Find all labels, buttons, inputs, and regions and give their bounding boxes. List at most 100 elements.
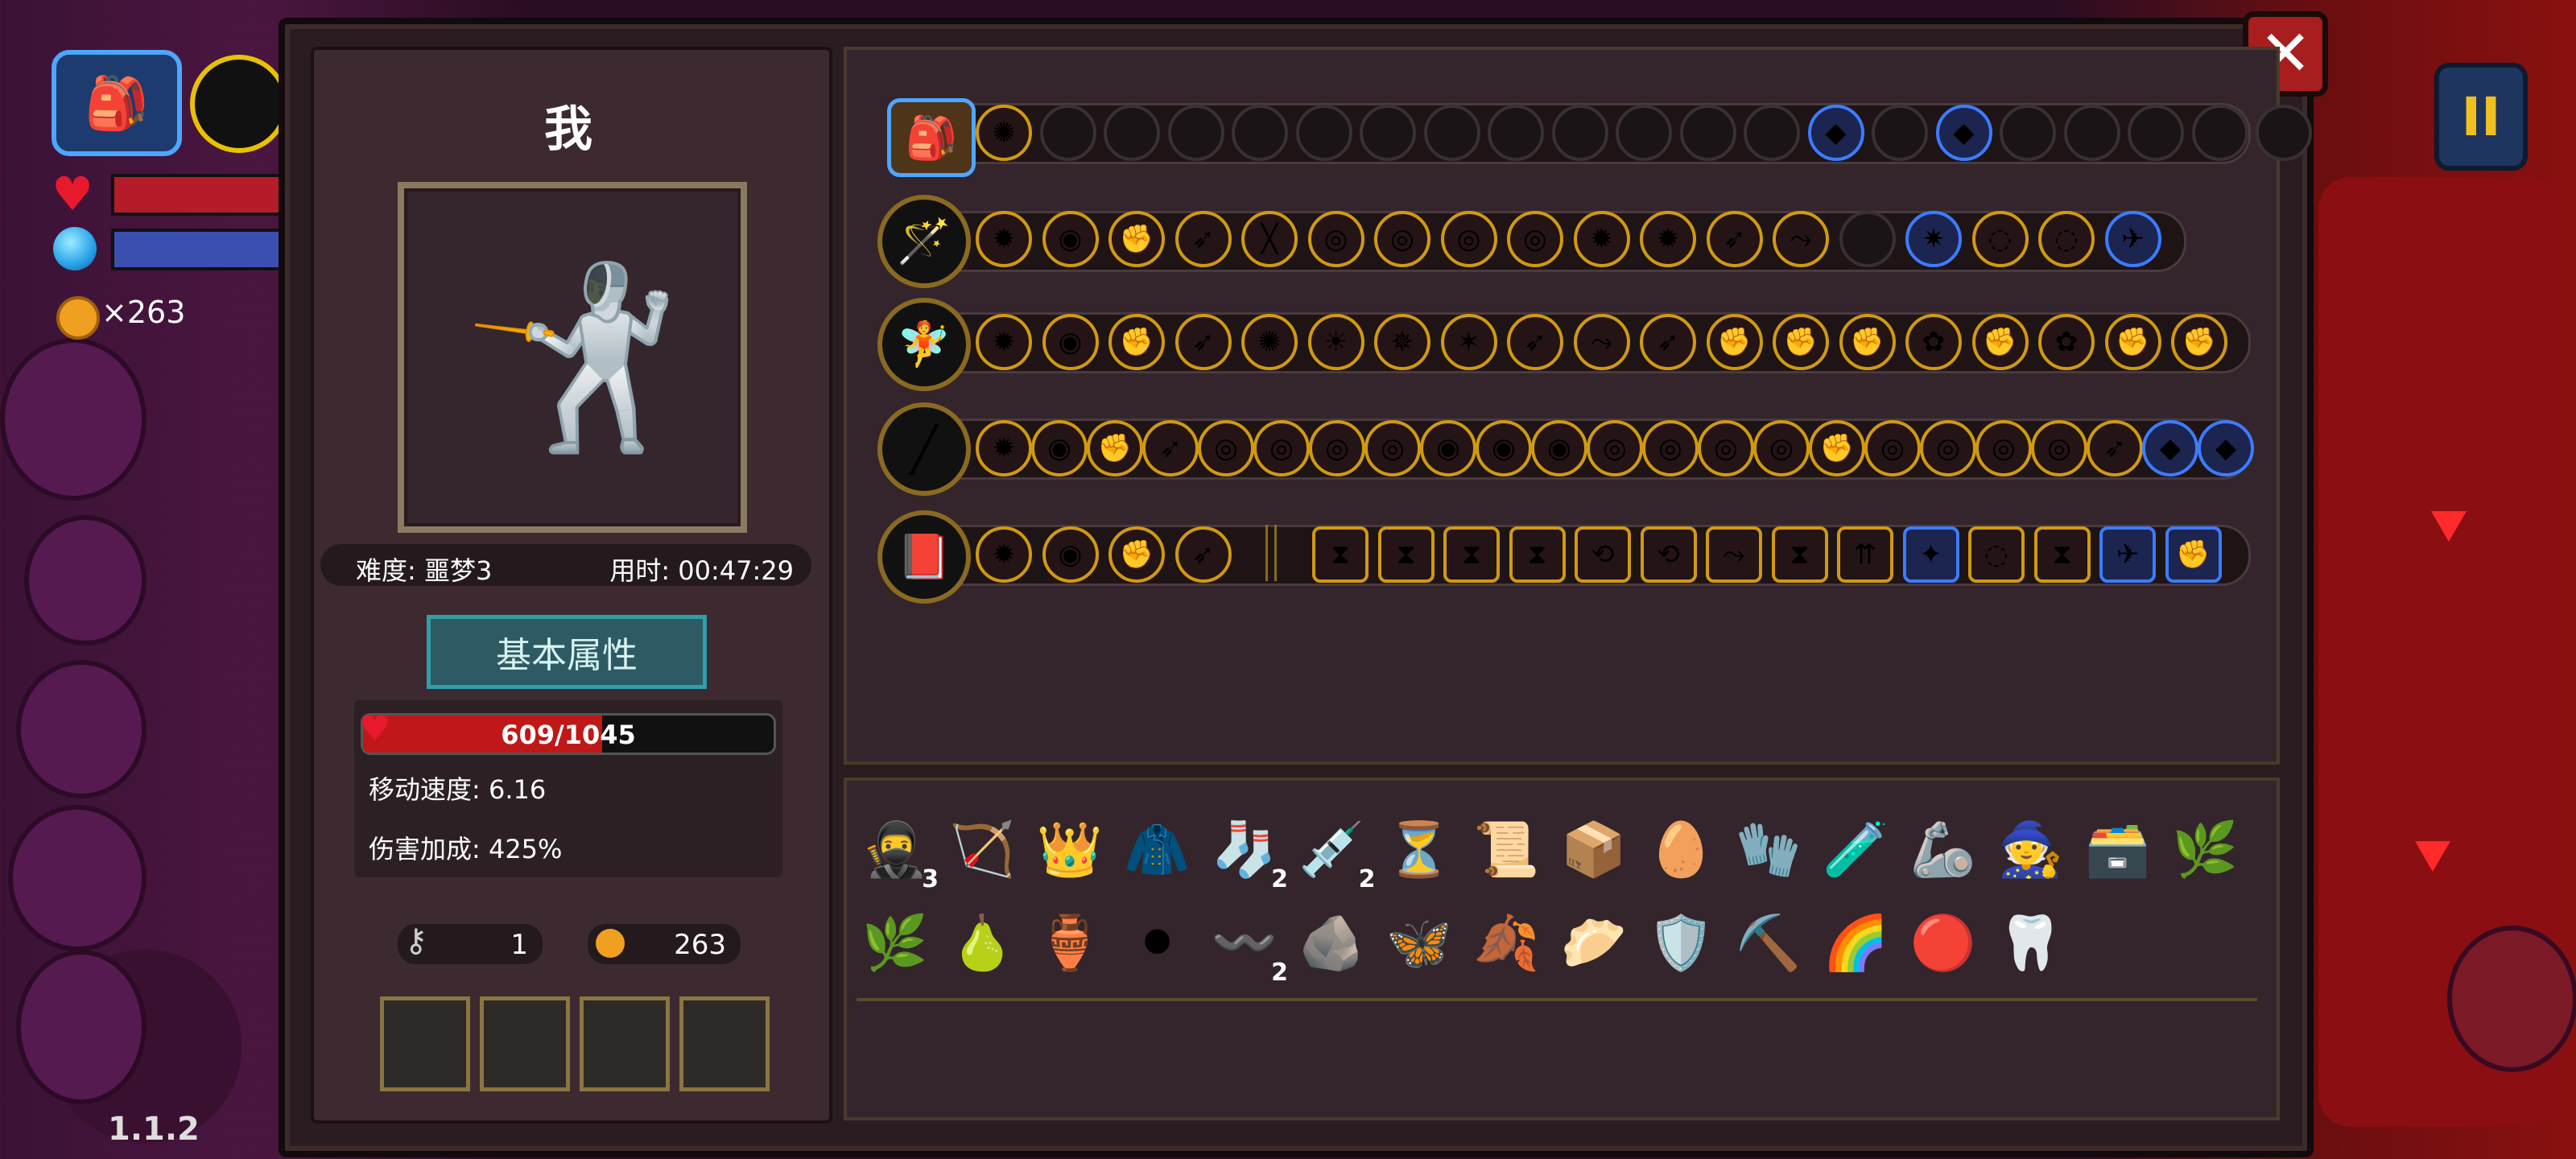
spell-slot[interactable]: ✈ xyxy=(2104,211,2161,267)
spell-slot[interactable]: ◉ xyxy=(1476,420,1532,476)
empty-spell-slot[interactable] xyxy=(2000,105,2056,161)
spell-slot[interactable]: ◉ xyxy=(1042,314,1099,370)
spell-slot[interactable]: ✊ xyxy=(2104,314,2161,370)
tab-basic-attributes[interactable]: 基本属性 xyxy=(427,615,707,689)
empty-spell-slot[interactable] xyxy=(1039,105,1096,161)
inventory-item[interactable]: 〰️ 2 xyxy=(1208,906,1288,985)
empty-spell-slot[interactable] xyxy=(1744,105,1800,161)
spell-slot[interactable]: ⧗ xyxy=(1377,526,1435,583)
spell-slot[interactable]: ◎ xyxy=(1920,420,1976,476)
spell-slot[interactable]: ◎ xyxy=(1975,420,2032,476)
equipment-slot[interactable] xyxy=(480,996,570,1091)
inventory-item[interactable]: 🔴 xyxy=(1906,906,1980,980)
spell-slot[interactable]: ◆ xyxy=(2142,420,2198,476)
empty-spell-slot[interactable] xyxy=(2063,105,2120,161)
inventory-item[interactable]: 🛡️ xyxy=(1645,906,1719,980)
empty-spell-slot[interactable] xyxy=(2191,105,2248,161)
inventory-item[interactable]: 🥟 xyxy=(1557,906,1631,980)
inventory-item[interactable]: 🧥 xyxy=(1121,813,1195,887)
inventory-item[interactable]: 🍐 xyxy=(946,906,1020,980)
spell-slot[interactable]: ⧗ xyxy=(1443,526,1500,583)
empty-spell-slot[interactable] xyxy=(1104,105,1160,161)
spell-slot[interactable]: ◎ xyxy=(1364,420,1421,476)
spell-slot[interactable]: ✊ xyxy=(1839,314,1896,370)
wand-slot-4[interactable]: 📕 xyxy=(877,510,971,604)
spell-slot[interactable]: ✹ xyxy=(976,211,1032,267)
empty-spell-slot[interactable] xyxy=(2256,105,2312,161)
spell-slot[interactable]: ✹ xyxy=(976,314,1032,370)
spell-slot[interactable]: ⤳ xyxy=(1773,211,1829,267)
spell-slot[interactable]: ⟲ xyxy=(1575,526,1631,583)
empty-spell-slot[interactable] xyxy=(1551,105,1608,161)
empty-spell-slot[interactable] xyxy=(1232,105,1288,161)
spell-slot[interactable]: ◎ xyxy=(1587,420,1643,476)
spell-slot[interactable]: ✊ xyxy=(2165,526,2222,583)
inventory-item[interactable]: 🍂 xyxy=(1470,906,1544,980)
spell-slot[interactable]: ◎ xyxy=(1253,420,1310,476)
inventory-item[interactable]: 🧙 xyxy=(1994,813,2068,887)
spell-slot[interactable]: ➶ xyxy=(2087,420,2143,476)
spell-slot[interactable]: ✊ xyxy=(1773,314,1829,370)
spell-slot[interactable]: ⤳ xyxy=(1706,526,1762,583)
spell-slot[interactable]: ◌ xyxy=(1968,526,2025,583)
spell-slot[interactable]: ◆ xyxy=(2198,420,2254,476)
bag-button[interactable]: 🎒 xyxy=(52,50,182,156)
inventory-item[interactable]: 💉 2 xyxy=(1295,813,1375,892)
inventory-item[interactable]: 🪨 xyxy=(1295,906,1369,980)
spell-slot[interactable]: ◉ xyxy=(1420,420,1476,476)
empty-spell-slot[interactable] xyxy=(1872,105,1928,161)
inventory-item[interactable]: ⏳ xyxy=(1382,813,1456,887)
inventory-item[interactable]: 🗃️ xyxy=(2081,813,2155,887)
spell-slot[interactable]: ◎ xyxy=(1753,420,1810,476)
spell-slot[interactable]: ⧗ xyxy=(1771,526,1828,583)
equipment-slot[interactable] xyxy=(380,996,470,1091)
spell-slot[interactable]: ➶ xyxy=(1507,314,1563,370)
spell-slot[interactable]: ➶ xyxy=(1142,420,1199,476)
spell-slot[interactable]: ◎ xyxy=(1440,211,1497,267)
spell-slot[interactable]: ◎ xyxy=(1309,420,1365,476)
spell-slot[interactable]: ✊ xyxy=(1971,314,2029,370)
spell-slot[interactable]: ◆ xyxy=(1807,105,1864,161)
spell-slot[interactable]: ⤳ xyxy=(1573,314,1630,370)
empty-spell-slot[interactable] xyxy=(1360,105,1416,161)
inventory-item[interactable]: ⚫ xyxy=(1121,906,1195,980)
spell-slot[interactable]: ◎ xyxy=(1864,420,1921,476)
spell-slot[interactable]: ⧗ xyxy=(1509,526,1566,583)
empty-spell-slot[interactable] xyxy=(1167,105,1224,161)
empty-spell-slot[interactable] xyxy=(1488,105,1544,161)
spell-slot[interactable]: ☀ xyxy=(1307,314,1364,370)
inventory-item[interactable]: 🌿 xyxy=(2169,813,2243,887)
spell-slot[interactable]: ✹ xyxy=(976,526,1032,583)
spell-slot[interactable]: ✶ xyxy=(1440,314,1497,370)
spell-slot[interactable]: ➶ xyxy=(1174,314,1232,370)
spell-slot[interactable]: ✵ xyxy=(1374,314,1430,370)
spell-slot[interactable]: ✊ xyxy=(1087,420,1143,476)
spell-slot[interactable]: ◎ xyxy=(1307,211,1364,267)
equipment-slot[interactable] xyxy=(679,996,770,1091)
wand-slot-1[interactable]: 🪄 xyxy=(877,195,971,288)
inventory-item[interactable]: ⛏️ xyxy=(1732,906,1806,980)
inventory-item[interactable]: 🧤 xyxy=(1732,813,1806,887)
empty-spell-slot[interactable] xyxy=(1295,105,1352,161)
spell-slot[interactable]: ◉ xyxy=(1031,420,1088,476)
spell-slot[interactable]: ╳ xyxy=(1241,211,1298,267)
inventory-item[interactable]: 🏹 xyxy=(946,813,1020,887)
spell-slot[interactable]: ◉ xyxy=(1042,526,1099,583)
spell-slot[interactable]: ✿ xyxy=(2038,314,2095,370)
spell-slot[interactable]: ➶ xyxy=(1706,211,1763,267)
equipment-slot[interactable] xyxy=(580,996,670,1091)
inventory-item[interactable]: 🧦 2 xyxy=(1208,813,1288,892)
spell-slot[interactable]: ✊ xyxy=(1809,420,1865,476)
inventory-item[interactable]: 🏺 xyxy=(1033,906,1107,980)
spell-slot[interactable]: ✹ xyxy=(976,420,1032,476)
wand-slot-2[interactable]: 🧚 xyxy=(877,298,971,391)
inventory-item[interactable]: 🥷 3 xyxy=(858,813,939,892)
empty-spell-slot[interactable] xyxy=(1423,105,1480,161)
empty-spell-slot[interactable] xyxy=(1679,105,1736,161)
spell-slot[interactable]: ◉ xyxy=(1042,211,1099,267)
spell-slot[interactable]: ✹ xyxy=(1640,211,1696,267)
spell-slot[interactable]: ⟲ xyxy=(1640,526,1697,583)
inventory-item[interactable]: 🥚 xyxy=(1645,813,1719,887)
spell-slot[interactable]: ✊ xyxy=(2171,314,2227,370)
inventory-item[interactable]: 🧪 xyxy=(1819,813,1893,887)
